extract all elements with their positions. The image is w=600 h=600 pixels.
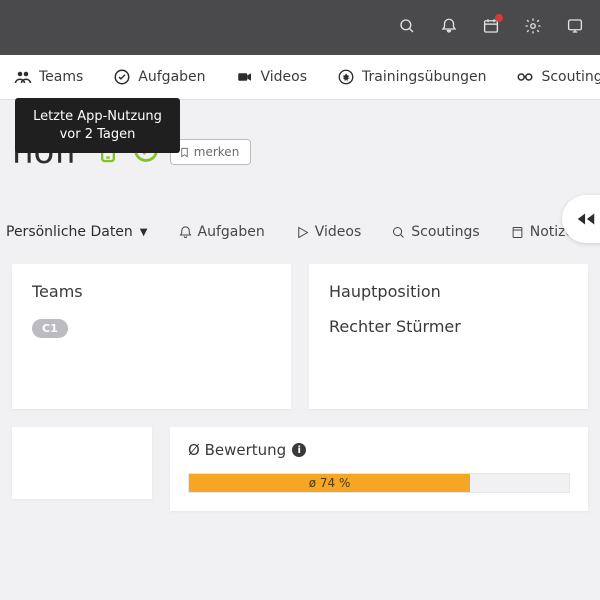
subnav-videos[interactable]: Videos	[293, 218, 364, 246]
nav-videos[interactable]: Videos	[228, 62, 316, 92]
merken-button[interactable]: merken	[170, 139, 252, 165]
nav-videos-label: Videos	[261, 69, 308, 85]
nav-scouting-label: Scouting	[541, 69, 600, 85]
nav-teams[interactable]: Teams	[6, 62, 91, 92]
nav-aufgaben-label: Aufgaben	[138, 69, 205, 85]
subnav-personal[interactable]: Persönliche Daten ▼	[4, 218, 150, 246]
merken-label: merken	[194, 145, 240, 159]
subnav-personal-label: Persönliche Daten	[6, 224, 133, 240]
sub-nav: Persönliche Daten ▼ Aufgaben Videos Scout…	[0, 218, 600, 246]
nav-aufgaben[interactable]: Aufgaben	[105, 62, 213, 92]
teams-card-title: Teams	[32, 282, 271, 301]
empty-card	[12, 427, 152, 499]
nav-scouting[interactable]: Scouting	[508, 62, 600, 92]
info-cards: Teams C1 Hauptposition Rechter Stürmer	[0, 246, 600, 409]
subnav-aufgaben-label: Aufgaben	[198, 224, 265, 240]
nav-teams-label: Teams	[39, 69, 83, 85]
rating-card: Ø Bewertung i ø 74 %	[170, 427, 588, 511]
topbar	[0, 0, 600, 55]
info-icon[interactable]: i	[292, 443, 306, 457]
last-usage-tooltip: Letzte App-Nutzung vor 2 Tagen	[15, 98, 180, 153]
rating-title: Ø Bewertung	[188, 441, 286, 459]
nav-training-label: Trainingsübungen	[362, 69, 486, 85]
position-card-title: Hauptposition	[329, 282, 568, 301]
gear-icon[interactable]	[524, 17, 542, 39]
bell-icon[interactable]	[440, 17, 458, 39]
help-icon[interactable]	[566, 17, 584, 39]
position-card: Hauptposition Rechter Stürmer	[309, 264, 588, 409]
rating-bar: ø 74 %	[188, 473, 570, 493]
subnav-scoutings[interactable]: Scoutings	[389, 218, 481, 246]
subnav-scoutings-label: Scoutings	[411, 224, 479, 240]
notification-dot	[495, 14, 503, 22]
rating-header: Ø Bewertung i	[188, 441, 570, 459]
position-value: Rechter Stürmer	[329, 317, 568, 336]
main-nav: Teams Aufgaben Videos Trainingsübungen S…	[0, 55, 600, 100]
row-2: Ø Bewertung i ø 74 %	[0, 409, 600, 511]
search-icon[interactable]	[398, 17, 416, 39]
team-badge[interactable]: C1	[32, 319, 68, 338]
teams-card: Teams C1	[12, 264, 291, 409]
subnav-aufgaben[interactable]: Aufgaben	[176, 218, 267, 246]
chevron-down-icon: ▼	[140, 227, 148, 238]
rating-bar-fill: ø 74 %	[189, 474, 470, 492]
calendar-icon[interactable]	[482, 17, 500, 39]
subnav-videos-label: Videos	[315, 224, 362, 240]
nav-training[interactable]: Trainingsübungen	[329, 62, 494, 92]
